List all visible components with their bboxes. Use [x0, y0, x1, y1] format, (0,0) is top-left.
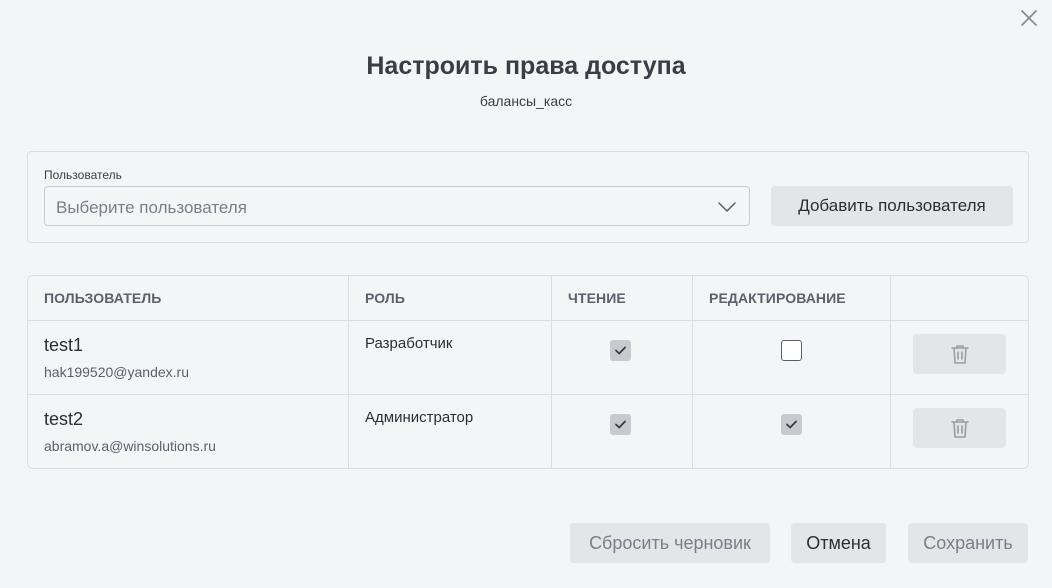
read-checkbox[interactable] [610, 340, 631, 361]
user-select-label: Пользователь [44, 168, 122, 182]
user-select-placeholder: Выберите пользователя [56, 198, 247, 217]
trash-icon [951, 419, 969, 438]
chevron-down-icon [718, 202, 736, 212]
user-name: test2 [44, 409, 84, 429]
table-row: test2 abramov.a@winsolutions.ru Админист… [28, 395, 1028, 468]
check-icon [786, 420, 797, 429]
user-email: abramov.a@winsolutions.ru [44, 438, 216, 454]
delete-button[interactable] [913, 408, 1006, 448]
header-read: ЧТЕНИЕ [568, 290, 626, 306]
reset-draft-button[interactable]: Сбросить черновик [570, 523, 770, 563]
user-role: Администратор [365, 409, 474, 426]
table-row: test1 hak199520@yandex.ru Разработчик [28, 321, 1028, 395]
check-icon [615, 420, 626, 429]
user-select[interactable]: Выберите пользователя [44, 186, 750, 226]
header-edit: РЕДАКТИРОВАНИЕ [709, 290, 846, 306]
trash-icon [951, 345, 969, 364]
user-email: hak199520@yandex.ru [44, 364, 189, 380]
read-checkbox[interactable] [610, 414, 631, 435]
header-role: РОЛЬ [365, 290, 405, 306]
edit-checkbox[interactable] [781, 340, 802, 361]
edit-checkbox[interactable] [781, 414, 802, 435]
check-icon [615, 346, 626, 355]
delete-button[interactable] [913, 334, 1006, 374]
close-icon [1021, 10, 1037, 26]
save-button[interactable]: Сохранить [908, 523, 1028, 563]
header-user: ПОЛЬЗОВАТЕЛЬ [44, 290, 162, 306]
dialog-title: Настроить права доступа [366, 52, 686, 80]
add-user-button[interactable]: Добавить пользователя [771, 186, 1013, 226]
user-role: Разработчик [365, 335, 453, 352]
user-name: test1 [44, 335, 84, 355]
cancel-button[interactable]: Отмена [791, 523, 886, 563]
close-button[interactable] [1017, 6, 1041, 30]
permissions-table: ПОЛЬЗОВАТЕЛЬ РОЛЬ ЧТЕНИЕ РЕДАКТИРОВАНИЕ … [27, 275, 1029, 469]
table-header: ПОЛЬЗОВАТЕЛЬ РОЛЬ ЧТЕНИЕ РЕДАКТИРОВАНИЕ [28, 276, 1028, 321]
dialog-subtitle: балансы_касс [479, 93, 573, 109]
add-user-panel: Пользователь Выберите пользователя Добав… [27, 151, 1029, 243]
